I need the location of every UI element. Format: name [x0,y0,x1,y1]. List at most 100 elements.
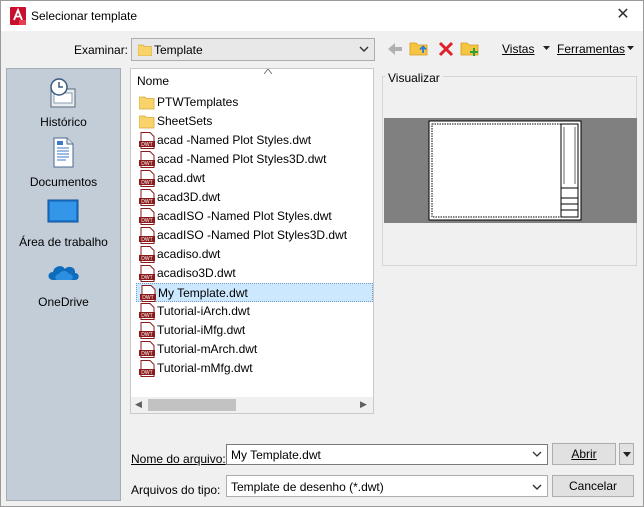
dwt-file-icon: DWT [139,360,155,377]
svg-text:DWT: DWT [141,161,152,167]
documents-icon [53,137,74,168]
dwt-file-icon: DWT [139,265,155,282]
svg-text:DWT: DWT [141,313,152,319]
history-icon [50,78,76,108]
file-list[interactable]: Nome PTWTemplates SheetSets DWT acad -Named… [130,68,374,414]
filetype-value: Template de desenho (*.dwt) [231,480,384,494]
place-documents-label: Documentos [29,175,98,189]
file-row[interactable]: DWT acad3D.dwt [136,188,373,207]
autocad-logo-icon [10,7,26,25]
dwt-file-icon: DWT [139,227,155,244]
sort-ascending-icon [264,69,272,74]
dwt-file-icon: DWT [139,170,155,187]
svg-text:DWT: DWT [141,237,152,243]
file-name: Tutorial-iArch.dwt [157,304,250,318]
svg-text:DWT: DWT [141,199,152,205]
preview-label: Visualizar [385,71,443,85]
file-row[interactable]: DWT acad -Named Plot Styles.dwt [136,131,373,150]
dropdown-arrow-icon [622,452,631,457]
desktop-icon [47,199,79,223]
dwt-file-icon: DWT [139,246,155,263]
views-dropdown-icon[interactable] [543,46,550,51]
file-name: acad -Named Plot Styles.dwt [157,133,312,147]
views-menu[interactable]: Vistas [502,42,534,56]
file-name: PTWTemplates [157,95,239,109]
lookin-label: Examinar: [74,43,129,57]
file-row[interactable]: DWT My Template.dwt [136,283,373,302]
file-name: acad -Named Plot Styles3D.dwt [157,152,327,166]
new-folder-icon[interactable] [460,38,480,58]
folder-row[interactable]: SheetSets [136,112,373,131]
folder-up-icon[interactable] [409,38,429,58]
file-name: acadiso3D.dwt [157,266,236,280]
file-row[interactable]: DWT Tutorial-mMfg.dwt [136,359,373,378]
dwt-file-icon: DWT [139,322,155,339]
scroll-thumb[interactable] [148,399,236,411]
svg-text:DWT: DWT [141,180,152,186]
preview-pane [384,118,637,223]
svg-text:DWT: DWT [141,142,152,148]
close-icon[interactable]: ✕ [614,6,632,24]
file-name: acadISO -Named Plot Styles3D.dwt [157,228,348,242]
tools-menu[interactable]: Ferramentas [557,42,625,56]
horizontal-scrollbar[interactable]: ◀ ▶ [131,397,373,413]
file-name: acad.dwt [157,171,206,185]
file-row[interactable]: DWT Tutorial-iMfg.dwt [136,321,373,340]
lookin-combo[interactable]: Template [131,38,375,61]
svg-text:DWT: DWT [141,275,152,281]
dwt-file-icon: DWT [139,132,155,149]
dwt-file-icon: DWT [139,151,155,168]
lookin-value: Template [154,43,203,57]
select-template-dialog: Selecionar template ✕ Examinar: Template… [0,0,644,507]
filename-value: My Template.dwt [231,448,321,462]
filetype-combo[interactable]: Template de desenho (*.dwt) [226,475,548,497]
back-arrow-icon[interactable] [385,39,405,59]
column-header-name[interactable]: Nome [137,74,169,88]
file-row[interactable]: DWT acadiso3D.dwt [136,264,373,283]
file-row[interactable]: DWT Tutorial-mArch.dwt [136,340,373,359]
dwt-file-icon: DWT [139,303,155,320]
svg-text:DWT: DWT [141,218,152,224]
chevron-down-icon [532,484,542,490]
delete-icon[interactable] [436,39,456,59]
file-name: acadISO -Named Plot Styles.dwt [157,209,332,223]
window-title: Selecionar template [31,9,138,23]
file-row[interactable]: DWT acad -Named Plot Styles3D.dwt [136,150,373,169]
file-row[interactable]: DWT acadISO -Named Plot Styles.dwt [136,207,373,226]
folder-icon [139,115,155,129]
dwt-file-icon: DWT [139,189,155,206]
file-row[interactable]: DWT acadiso.dwt [136,245,373,264]
file-name: My Template.dwt [158,286,248,300]
cancel-button[interactable]: Cancelar [552,475,634,497]
chevron-down-icon [359,46,369,52]
filename-label: Nome do arquivo: [131,452,226,466]
places-sidebar: Histórico Documentos Área de trabalho On… [6,68,121,501]
file-row[interactable]: DWT acad.dwt [136,169,373,188]
folder-icon [139,96,155,110]
place-desktop-label: Área de trabalho [19,235,108,249]
place-onedrive-label: OneDrive [38,295,89,309]
svg-text:DWT: DWT [141,256,152,262]
file-name: SheetSets [157,114,213,128]
svg-text:DWT: DWT [142,295,153,301]
tools-dropdown-icon[interactable] [627,46,634,51]
svg-text:DWT: DWT [141,351,152,357]
place-history-label: Histórico [40,115,87,129]
dwt-file-icon: DWT [139,208,155,225]
folder-icon [138,44,152,56]
scroll-right-icon[interactable]: ▶ [360,399,367,410]
open-button[interactable]: Abrir [552,443,616,465]
scroll-left-icon[interactable]: ◀ [135,399,142,410]
chevron-down-icon[interactable] [532,450,542,458]
dwt-file-icon: DWT [139,341,155,358]
drawing-thumbnail-icon [428,120,582,221]
file-row[interactable]: DWT acadISO -Named Plot Styles3D.dwt [136,226,373,245]
folder-row[interactable]: PTWTemplates [136,93,373,112]
filename-input[interactable]: My Template.dwt [226,444,548,465]
open-options-button[interactable] [619,443,634,465]
svg-text:DWT: DWT [141,332,152,338]
file-row[interactable]: DWT Tutorial-iArch.dwt [136,302,373,321]
title-bar: Selecionar template ✕ [1,1,643,31]
file-name: Tutorial-iMfg.dwt [157,323,246,337]
file-name: acad3D.dwt [157,190,221,204]
